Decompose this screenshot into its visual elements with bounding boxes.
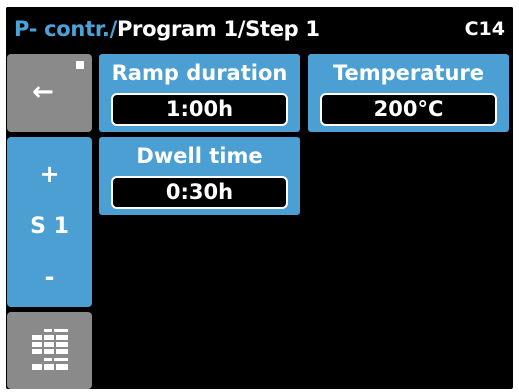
title-bar: P- contr./Program 1/Step 1 C14 <box>6 7 513 51</box>
dwell-time-field[interactable]: 0:30h <box>111 176 288 209</box>
temperature-tile[interactable]: Temperature 200°C <box>308 54 509 132</box>
step-increment-button[interactable]: + <box>7 159 92 189</box>
dwell-time-tile[interactable]: Dwell time 0:30h <box>99 137 300 215</box>
breadcrumb-separator: / <box>109 17 118 41</box>
breadcrumb-prefix[interactable]: P- contr. <box>14 17 110 41</box>
breadcrumb-path: Program 1/Step 1 <box>116 17 320 41</box>
temperature-label: Temperature <box>332 61 485 85</box>
back-button[interactable]: ← <box>7 54 92 132</box>
left-arrow-icon: ← <box>32 77 54 107</box>
ramp-duration-tile[interactable]: Ramp duration 1:00h <box>99 54 300 132</box>
device-frame: P- contr./Program 1/Step 1 C14 ← + S 1 - <box>0 0 519 392</box>
table-grid-icon <box>32 329 68 370</box>
dwell-time-value: 0:30h <box>165 180 234 204</box>
device-code: C14 <box>464 18 505 40</box>
step-selector: + S 1 - <box>7 137 92 307</box>
ramp-duration-label: Ramp duration <box>111 61 288 85</box>
indicator-square-icon <box>76 61 84 69</box>
ramp-duration-value: 1:00h <box>165 97 234 121</box>
dwell-time-label: Dwell time <box>136 144 263 168</box>
ramp-duration-field[interactable]: 1:00h <box>111 93 288 126</box>
table-view-button[interactable] <box>7 312 92 389</box>
temperature-field[interactable]: 200°C <box>320 93 497 126</box>
controller-screen: P- contr./Program 1/Step 1 C14 ← + S 1 - <box>6 7 513 389</box>
step-label: S 1 <box>30 214 69 239</box>
temperature-value: 200°C <box>373 97 444 121</box>
step-decrement-button[interactable]: - <box>7 262 92 292</box>
breadcrumb: P- contr./Program 1/Step 1 <box>14 15 320 43</box>
